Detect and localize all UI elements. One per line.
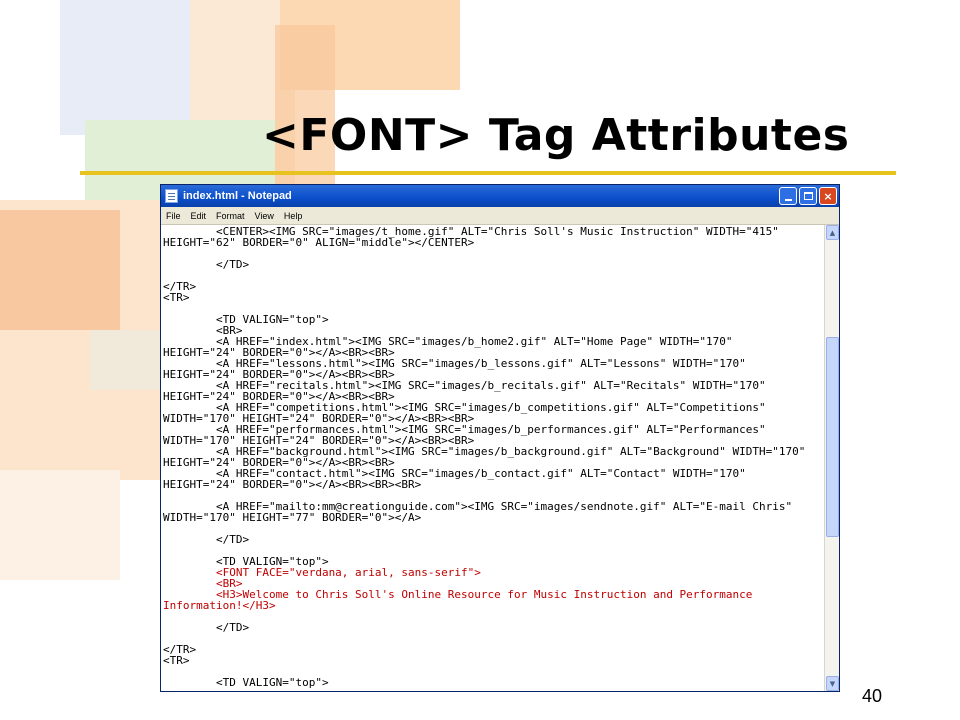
vertical-scrollbar[interactable]: ▲ ▼	[824, 225, 839, 691]
code-line: </TD>	[163, 621, 250, 634]
scroll-down-button[interactable]: ▼	[826, 676, 839, 691]
code-line: </TR>	[163, 643, 197, 656]
code-line: <FONT FACE="verdana, arial, sans-serif">	[163, 566, 481, 579]
arrow-up-icon: ▲	[829, 228, 836, 237]
scroll-up-button[interactable]: ▲	[826, 225, 839, 240]
minimize-button[interactable]	[779, 187, 797, 205]
menu-format[interactable]: Format	[211, 211, 250, 221]
arrow-down-icon: ▼	[829, 679, 836, 688]
title-underline	[80, 171, 896, 175]
window-title: index.html - Notepad	[183, 190, 292, 202]
code-line: </TD>	[163, 533, 250, 546]
close-icon: ×	[823, 189, 833, 203]
notepad-window: index.html - Notepad × File Edit Format …	[160, 184, 840, 692]
window-controls: ×	[779, 187, 837, 205]
code-content[interactable]: <CENTER><IMG SRC="images/t_home.gif" ALT…	[161, 225, 824, 691]
code-line: </TR>	[163, 280, 197, 293]
menu-view[interactable]: View	[250, 211, 279, 221]
scroll-thumb[interactable]	[826, 337, 839, 537]
close-button[interactable]: ×	[819, 187, 837, 205]
background-block	[0, 470, 120, 580]
page-number: 40	[862, 686, 883, 706]
maximize-icon	[803, 192, 813, 200]
menu-help[interactable]: Help	[279, 211, 308, 221]
code-line: <TD VALIGN="top">	[163, 676, 329, 689]
window-titlebar[interactable]: index.html - Notepad ×	[161, 185, 839, 207]
minimize-icon	[784, 198, 792, 201]
code-line: WIDTH="170" HEIGHT="77" BORDER="0"></A>	[163, 511, 422, 524]
maximize-button[interactable]	[799, 187, 817, 205]
code-line: HEIGHT="62" BORDER="0" ALIGN="middle"></…	[163, 236, 475, 249]
menu-file[interactable]: File	[161, 211, 186, 221]
text-editor[interactable]: <CENTER><IMG SRC="images/t_home.gif" ALT…	[161, 225, 824, 691]
code-line: HEIGHT="24" BORDER="0"></A><BR><BR><BR>	[163, 478, 422, 491]
notepad-icon	[165, 189, 178, 203]
code-line: Information!</H3>	[163, 599, 276, 612]
menu-edit[interactable]: Edit	[186, 211, 212, 221]
background-block	[60, 0, 190, 135]
code-line: <TD VALIGN="top">	[163, 313, 329, 326]
background-block	[90, 330, 160, 390]
code-line: <TR>	[163, 654, 190, 667]
menu-bar: File Edit Format View Help	[161, 207, 839, 225]
code-line: </TD>	[163, 258, 250, 271]
background-block	[0, 210, 120, 330]
slide-title: <FONT> Tag Attributes	[262, 110, 850, 161]
code-line: <TR>	[163, 291, 190, 304]
